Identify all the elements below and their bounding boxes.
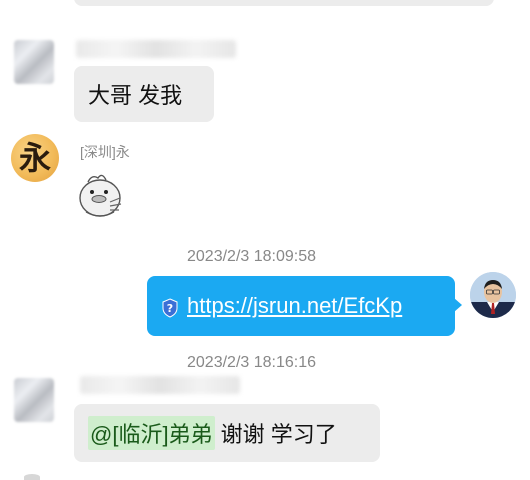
next-avatar-edge — [24, 474, 40, 480]
message-text: 谢谢 学习了 — [214, 422, 337, 447]
my-avatar[interactable] — [470, 272, 516, 318]
svg-text:永: 永 — [19, 139, 51, 177]
blurred-sender-name — [76, 40, 236, 58]
mention-tag[interactable]: @[临沂]弟弟 — [88, 416, 215, 450]
bubble-tail — [454, 298, 462, 312]
blurred-avatar[interactable] — [14, 40, 54, 84]
timestamp: 2023/2/3 18:16:16 — [187, 354, 317, 371]
sender-name: [深圳]永 — [80, 144, 130, 160]
message-text: 大哥 发我 — [88, 83, 183, 108]
message-bubble[interactable]: @[临沂]弟弟 谢谢 学习了 — [74, 404, 380, 462]
blurred-avatar[interactable] — [14, 378, 54, 422]
avatar[interactable]: 永 — [11, 134, 59, 182]
shared-link[interactable]: https://jsrun.net/EfcKp — [187, 293, 402, 319]
duck-sticker[interactable] — [76, 168, 124, 218]
shield-question-icon: ? — [161, 298, 179, 318]
previous-message-bubble — [74, 0, 494, 6]
calligraphy-avatar-icon: 永 — [19, 139, 51, 177]
message-bubble[interactable]: 大哥 发我 — [74, 66, 214, 122]
timestamp: 2023/2/3 18:09:58 — [187, 248, 317, 265]
blurred-sender-name — [80, 376, 240, 394]
svg-text:?: ? — [167, 302, 173, 315]
